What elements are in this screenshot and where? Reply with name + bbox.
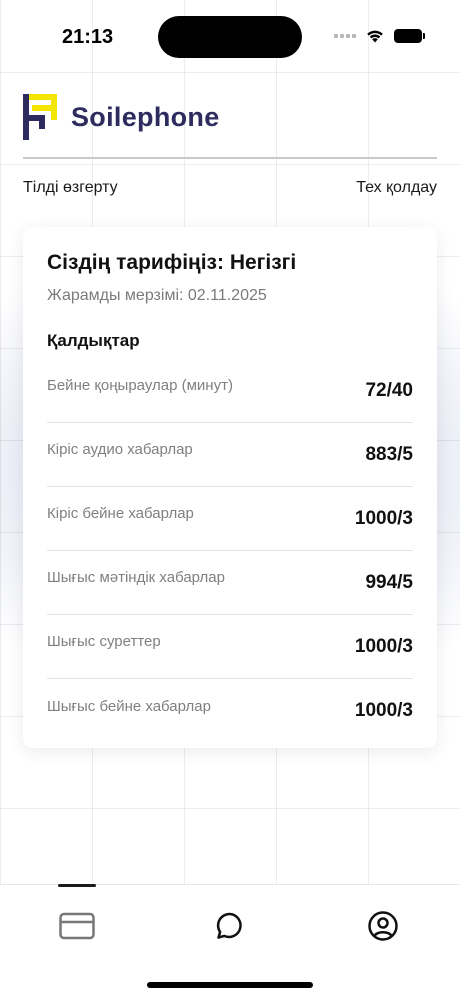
tariff-card: Сіздің тарифіңіз: Негізгі Жарамды мерзім… <box>23 227 437 748</box>
balance-label: Кіріс бейне хабарлар <box>47 505 194 522</box>
header-divider <box>23 157 437 159</box>
support-link[interactable]: Тех қолдау <box>356 179 437 197</box>
balance-label: Бейне қоңыраулар (минут) <box>47 377 233 394</box>
balances-list: Бейне қоңыраулар (минут) 72/40 Кіріс ауд… <box>47 359 413 743</box>
tab-bar <box>0 884 460 996</box>
brand-name: Soilephone <box>71 101 220 132</box>
balance-row-incoming-video: Кіріс бейне хабарлар 1000/3 <box>47 487 413 551</box>
status-bar: 21:13 <box>0 0 460 72</box>
balances-title: Қалдықтар <box>47 331 140 350</box>
signal-icon <box>334 33 356 38</box>
balance-label: Шығыс суреттер <box>47 633 161 650</box>
balance-value: 1000/3 <box>354 700 413 721</box>
logo-icon <box>23 94 57 140</box>
balance-label: Шығыс мәтіндік хабарлар <box>47 569 225 586</box>
balance-label: Шығыс бейне хабарлар <box>47 697 211 715</box>
chat-icon <box>216 912 242 939</box>
balance-label: Кіріс аудио хабарлар <box>47 441 193 458</box>
header-links: Тілді өзгерту Тех қолдау <box>23 179 437 197</box>
home-indicator <box>147 982 313 988</box>
tariff-title: Сіздің тарифіңіз: Негізгі <box>47 251 297 274</box>
change-language-link[interactable]: Тілді өзгерту <box>23 179 118 197</box>
wifi-icon <box>367 30 383 43</box>
tab-profile[interactable] <box>363 909 403 943</box>
balance-row-outgoing-images: Шығыс суреттер 1000/3 <box>47 615 413 679</box>
balance-value: 72/40 <box>365 379 413 401</box>
balance-row-outgoing-text: Шығыс мәтіндік хабарлар 994/5 <box>47 551 413 615</box>
balance-value: 883/5 <box>365 443 413 465</box>
status-icons <box>334 28 425 43</box>
balance-row-incoming-audio: Кіріс аудио хабарлар 883/5 <box>47 423 413 487</box>
brand[interactable]: Soilephone <box>23 94 220 140</box>
balance-row-video-calls: Бейне қоңыраулар (минут) 72/40 <box>47 359 413 423</box>
balance-row-outgoing-video: Шығыс бейне хабарлар 1000/3 <box>47 679 413 743</box>
profile-icon <box>368 911 398 941</box>
balance-value: 1000/3 <box>354 635 413 657</box>
balance-value: 1000/3 <box>354 507 413 529</box>
tariff-validity: Жарамды мерзімі: 02.11.2025 <box>47 287 267 304</box>
balance-value: 994/5 <box>365 571 413 593</box>
dynamic-island <box>158 16 302 58</box>
card-icon <box>59 912 95 940</box>
status-time: 21:13 <box>62 26 114 48</box>
active-tab-indicator <box>58 884 96 887</box>
tab-tariff[interactable] <box>57 909 97 943</box>
tab-chat[interactable] <box>210 909 250 943</box>
battery-icon <box>394 28 425 43</box>
